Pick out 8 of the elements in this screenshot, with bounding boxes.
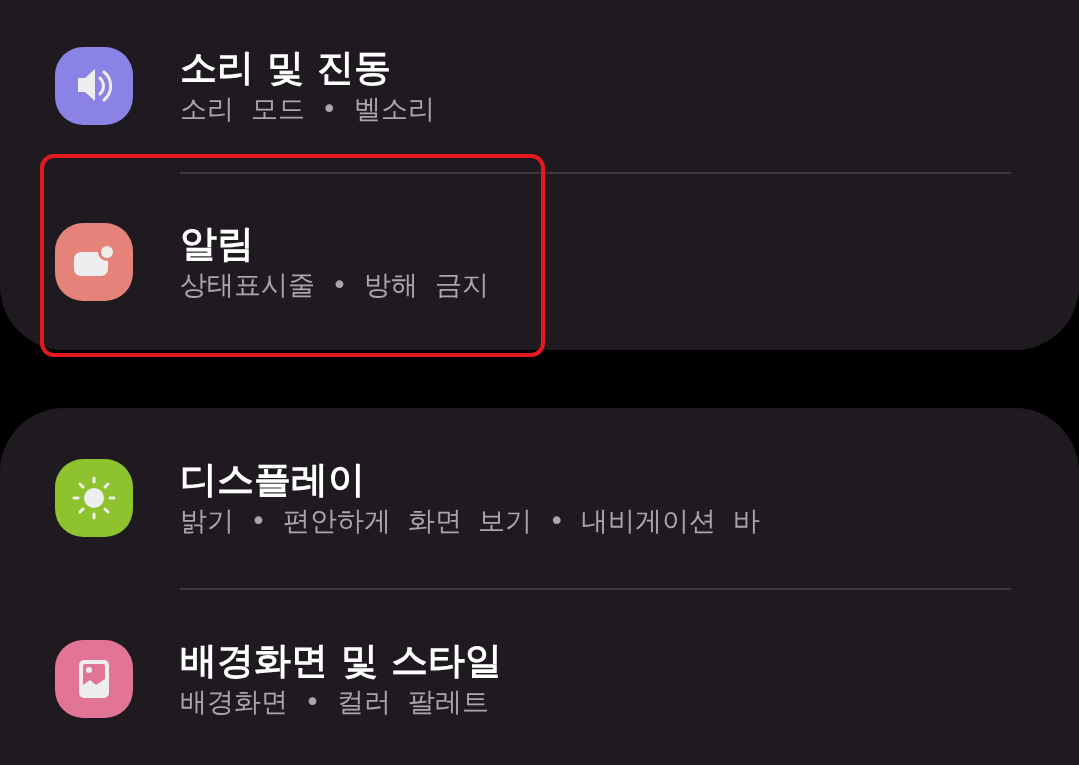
setting-title[interactable]: 배경화면 및 스타일	[180, 637, 502, 684]
setting-summary: 상태표시줄 • 방해 금지	[180, 267, 489, 302]
setting-summary: 배경화면 • 컬러 팔레트	[180, 684, 490, 719]
setting-title[interactable]: 디스플레이	[180, 456, 760, 503]
setting-summary: 소리 모드 • 벨소리	[180, 91, 435, 126]
setting-title[interactable]: 알림	[180, 220, 489, 267]
setting-title[interactable]: 소리 및 진동	[180, 44, 435, 91]
setting-summary: 밝기 • 편안하게 화면 보기 • 내비게이션 바	[180, 503, 760, 538]
